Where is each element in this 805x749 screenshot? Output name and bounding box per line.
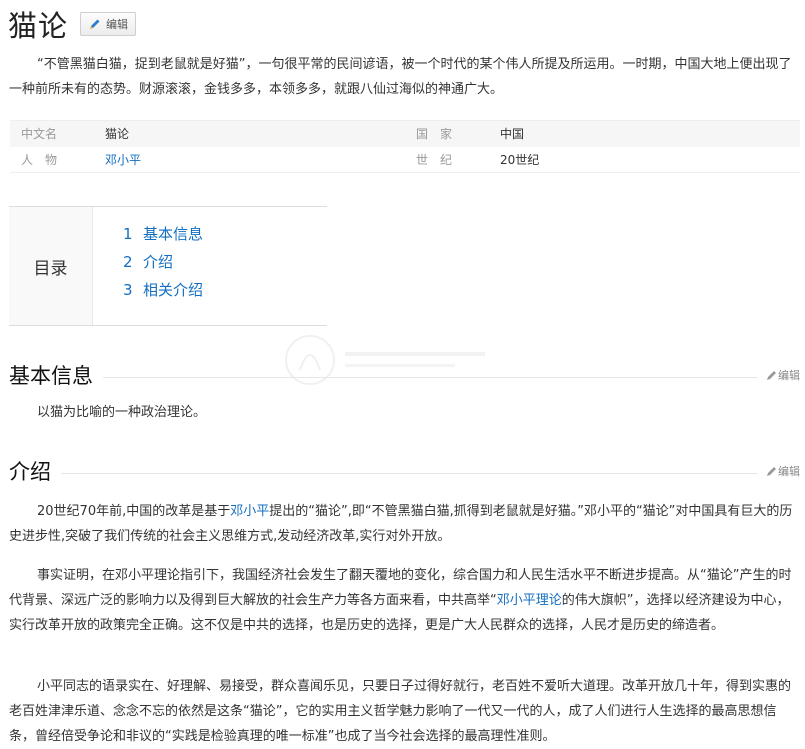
section-edit-basic[interactable]: 编辑 — [758, 367, 800, 383]
infobox-link-person[interactable]: 邓小平 — [105, 153, 141, 167]
toc-label: 目录 — [9, 207, 93, 325]
infobox-value: 20世纪 — [500, 146, 800, 173]
infobox-value: 中国 — [500, 120, 800, 147]
intro-paragraph-1: 20世纪70年前,中国的改革是基于邓小平提出的“猫论”,即“不管黑猫白猫,抓得到… — [9, 504, 793, 544]
title-row: 猫论 编辑 — [8, 4, 137, 44]
toc-item-basic[interactable]: 1 基本信息 — [123, 223, 203, 251]
intro-paragraph-3: 小平同志的语录实在、好理解、易接受，群众喜闻乐见，只要日子过得好就行，老百姓不爱… — [9, 679, 792, 744]
toc-list: 1 基本信息 2 介绍 3 相关介绍 — [93, 207, 203, 325]
link-deng-xiaoping[interactable]: 邓小平 — [230, 504, 269, 519]
section-header-intro: 介绍 编辑 — [9, 456, 800, 486]
section-header-basic: 基本信息 编辑 — [9, 360, 800, 390]
section-title-basic: 基本信息 — [9, 364, 93, 388]
toc-item-intro[interactable]: 2 介绍 — [123, 251, 203, 279]
page-title: 猫论 — [8, 9, 69, 43]
toc-item-related[interactable]: 3 相关介绍 — [123, 279, 203, 307]
section-divider — [61, 472, 758, 474]
pencil-icon — [767, 371, 776, 380]
section-title-intro: 介绍 — [9, 460, 51, 484]
infobox-key: 人 物 — [10, 146, 105, 173]
edit-button[interactable]: 编辑 — [80, 12, 137, 36]
infobox: 中文名 猫论 国 家 中国 人 物 邓小平 世 纪 20世纪 — [10, 120, 800, 173]
infobox-row: 中文名 猫论 国 家 中国 — [10, 120, 800, 147]
summary-text: “不管黑猫白猫，捉到老鼠就是好猫”，一句很平常的民间谚语，被一个时代的某个伟人所… — [9, 57, 792, 97]
basic-info-text: 以猫为比喻的一种政治理论。 — [37, 405, 207, 420]
pencil-icon — [767, 467, 776, 476]
infobox-value: 猫论 — [105, 120, 405, 147]
link-deng-xiaoping-theory[interactable]: 邓小平理论 — [497, 593, 562, 608]
section-divider — [103, 376, 758, 378]
infobox-row: 人 物 邓小平 世 纪 20世纪 — [10, 146, 800, 173]
section-edit-intro[interactable]: 编辑 — [758, 463, 800, 479]
edit-button-label: 编辑 — [106, 18, 129, 31]
intro-paragraph-2: 事实证明，在邓小平理论指引下，我国经济社会发生了翻天覆地的变化，综合国力和人民生… — [9, 568, 792, 633]
infobox-value: 邓小平 — [105, 146, 405, 173]
table-of-contents: 目录 1 基本信息 2 介绍 3 相关介绍 — [9, 206, 327, 326]
infobox-key: 世 纪 — [405, 146, 500, 173]
infobox-key: 中文名 — [10, 120, 105, 147]
pencil-icon — [90, 19, 100, 29]
infobox-key: 国 家 — [405, 120, 500, 147]
